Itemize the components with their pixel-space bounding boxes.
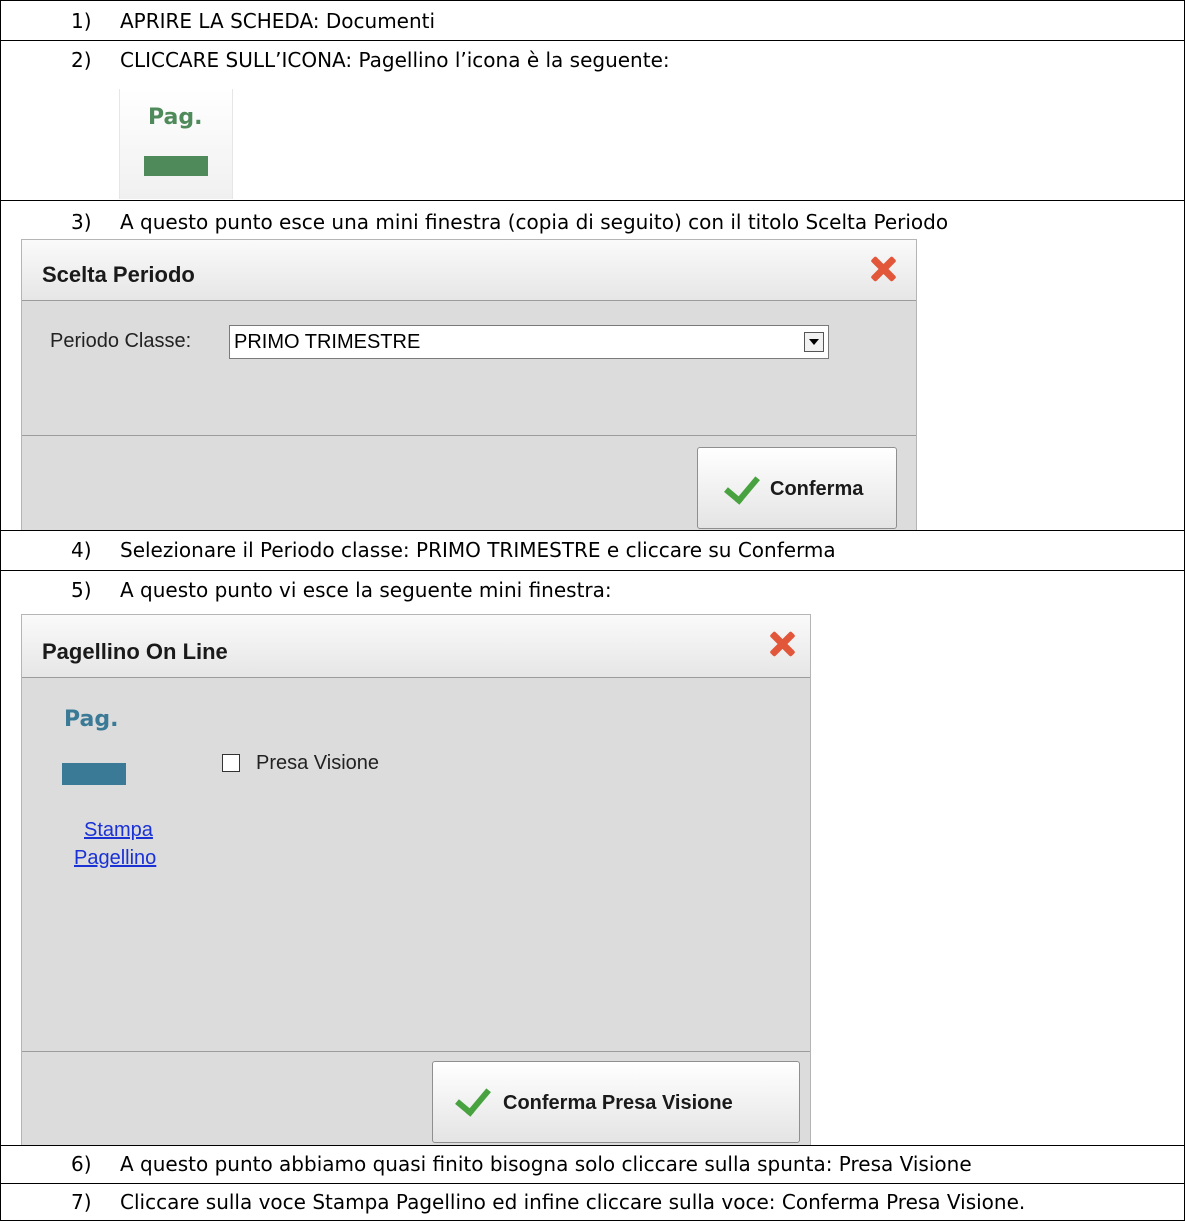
- select-value: PRIMO TRIMESTRE: [234, 331, 421, 353]
- dialog-title: Scelta Periodo: [42, 262, 195, 287]
- step-text: Cliccare sulla voce Stampa Pagellino ed …: [120, 1190, 1026, 1214]
- step-number: 7): [71, 1190, 92, 1214]
- step-number: 2): [71, 48, 92, 72]
- dialog-title: Pagellino On Line: [42, 639, 228, 664]
- periodo-classe-label: Periodo Classe:: [50, 330, 192, 352]
- close-icon[interactable]: [868, 254, 898, 284]
- pagellino-icon-label: Pag.: [148, 105, 203, 130]
- stampa-link-line2[interactable]: Pagellino: [74, 847, 156, 870]
- step-number: 4): [71, 538, 92, 562]
- conferma-presa-visione-button[interactable]: Conferma Presa Visione: [432, 1061, 800, 1143]
- conferma-label: Conferma: [770, 478, 864, 500]
- step-3-row: 3) A questo punto esce una mini finestra…: [0, 200, 1185, 531]
- pagellino-icon-bar: [144, 156, 208, 176]
- pagellino-icon-bar: [62, 763, 126, 785]
- step-2-row: 2) CLICCARE SULL’ICONA: Pagellino l’icon…: [0, 40, 1185, 200]
- step-text: A questo punto esce una mini finestra (c…: [120, 210, 949, 234]
- step-7-row: 7) Cliccare sulla voce Stampa Pagellino …: [0, 1183, 1185, 1221]
- step-5-row: 5) A questo punto vi esce la seguente mi…: [0, 570, 1185, 1146]
- pagellino-icon[interactable]: Pag.: [119, 89, 233, 199]
- document: 1) APRIRE LA SCHEDA: Documenti 2) CLICCA…: [0, 0, 1187, 1221]
- step-number: 5): [71, 578, 92, 602]
- step-6-row: 6) A questo punto abbiamo quasi finito b…: [0, 1145, 1185, 1183]
- check-icon: [724, 467, 760, 505]
- conferma-button[interactable]: Conferma: [697, 447, 897, 529]
- step-text: A questo punto vi esce la seguente mini …: [120, 578, 612, 602]
- divider: [22, 1051, 810, 1052]
- conferma-presa-visione-label: Conferma Presa Visione: [503, 1092, 733, 1114]
- step-text: Selezionare il Periodo classe: PRIMO TRI…: [120, 538, 836, 562]
- divider: [22, 435, 916, 436]
- step-4-row: 4) Selezionare il Periodo classe: PRIMO …: [0, 530, 1185, 570]
- step-1-row: 1) APRIRE LA SCHEDA: Documenti: [0, 0, 1185, 40]
- presa-visione-checkbox[interactable]: [222, 754, 240, 772]
- periodo-classe-select[interactable]: PRIMO TRIMESTRE: [229, 325, 829, 359]
- step-text: APRIRE LA SCHEDA: Documenti: [120, 9, 436, 33]
- dialog-title-bar: Scelta Periodo: [22, 240, 916, 301]
- dialog-title-bar: Pagellino On Line: [22, 615, 810, 678]
- stampa-link-line1[interactable]: Stampa: [84, 819, 153, 842]
- check-icon: [455, 1079, 491, 1117]
- presa-visione-label: Presa Visione: [256, 752, 380, 774]
- step-number: 1): [71, 9, 92, 33]
- close-icon[interactable]: [767, 629, 797, 659]
- step-number: 6): [71, 1152, 92, 1176]
- pagellino-icon-label: Pag.: [64, 707, 119, 732]
- step-number: 3): [71, 210, 92, 234]
- step-text: CLICCARE SULL’ICONA: Pagellino l’icona è…: [120, 48, 670, 72]
- dialog-pagellino-online: Pagellino On Line Pag. Stampa Pagellino …: [21, 614, 811, 1146]
- step-text: A questo punto abbiamo quasi finito biso…: [120, 1152, 972, 1176]
- chevron-down-icon[interactable]: [804, 332, 824, 352]
- dialog-scelta-periodo: Scelta Periodo Periodo Classe: PRIMO TRI…: [21, 239, 917, 531]
